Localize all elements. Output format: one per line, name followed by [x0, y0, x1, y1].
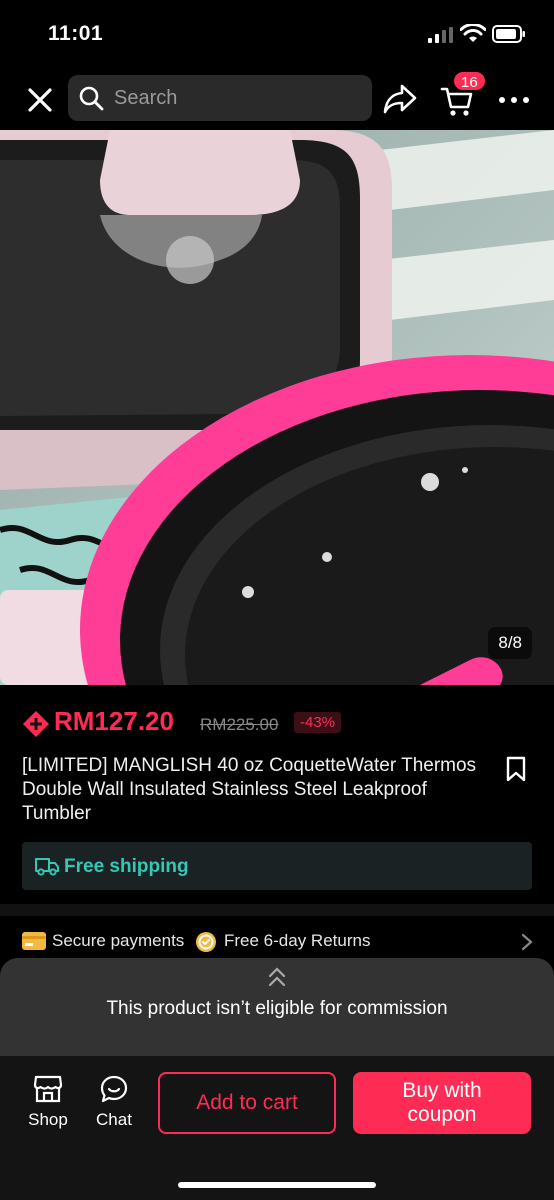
- chevron-right-icon: [521, 933, 533, 951]
- wifi-icon: [460, 24, 486, 42]
- returns-badge-icon: [196, 932, 216, 952]
- chat-label: Chat: [96, 1110, 132, 1129]
- product-title: [LIMITED] MANGLISH 40 oz CoquetteWater T…: [22, 755, 477, 824]
- chat-button[interactable]: Chat: [88, 1074, 140, 1136]
- bookmark-icon[interactable]: [504, 756, 528, 782]
- chevron-up-icon[interactable]: [265, 966, 289, 988]
- commission-sheet[interactable]: This product isn’t eligible for commissi…: [0, 958, 554, 1056]
- truck-icon: [35, 858, 59, 876]
- home-indicator: [178, 1182, 376, 1188]
- more-icon[interactable]: [496, 88, 532, 112]
- shop-label: Shop: [28, 1110, 68, 1129]
- price-row: RM127.20 RM225.00 -43%: [22, 706, 542, 742]
- assurance-row[interactable]: Secure payments Free 6-day Returns: [22, 928, 538, 956]
- discount-badge: -43%: [294, 712, 342, 733]
- original-price: RM225.00: [200, 715, 279, 734]
- secure-payments-label: Secure payments: [52, 931, 185, 950]
- chat-icon: [100, 1075, 128, 1103]
- image-counter: 8/8: [488, 627, 532, 659]
- search-input[interactable]: Search: [68, 75, 372, 121]
- share-icon[interactable]: [382, 82, 418, 116]
- shop-icon: [33, 1075, 63, 1103]
- status-bar: 11:01: [0, 0, 554, 70]
- search-icon: [79, 86, 104, 111]
- shipping-label: Free shipping: [64, 856, 189, 877]
- flash-sale-icon: [23, 711, 49, 737]
- bottom-action-bar: Shop Chat Add to cart Buy with coupon: [0, 1056, 554, 1200]
- product-photo: [0, 130, 554, 685]
- free-shipping-banner[interactable]: Free shipping: [22, 842, 532, 890]
- add-to-cart-button[interactable]: Add to cart: [158, 1072, 336, 1134]
- battery-icon: [492, 25, 525, 43]
- secure-card-icon: [22, 932, 46, 950]
- cart-count-badge: 16: [452, 70, 487, 92]
- sale-price: RM127.20: [54, 706, 174, 736]
- shop-button[interactable]: Shop: [22, 1074, 74, 1136]
- search-placeholder: Search: [114, 87, 178, 109]
- buy-with-coupon-button[interactable]: Buy with coupon: [353, 1072, 531, 1134]
- commission-message: This product isn’t eligible for commissi…: [106, 998, 448, 1019]
- returns-label: Free 6-day Returns: [224, 931, 371, 950]
- close-icon[interactable]: [24, 84, 56, 116]
- cellular-signal-icon: [428, 27, 453, 43]
- status-time: 11:01: [48, 22, 104, 45]
- section-divider: [0, 904, 554, 916]
- top-nav: Search 16: [0, 70, 554, 130]
- product-image-gallery[interactable]: 8/8: [0, 130, 554, 685]
